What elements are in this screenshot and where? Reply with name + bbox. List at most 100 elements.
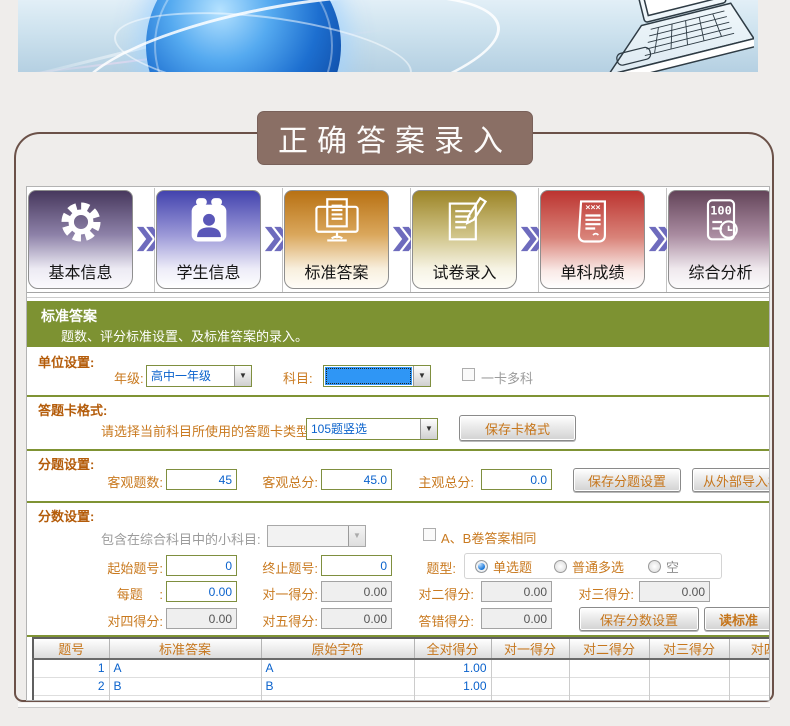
gear-icon xyxy=(29,196,132,253)
section-separator xyxy=(27,449,769,451)
nav-tile-standard-answers[interactable]: 标准答案 xyxy=(284,190,389,289)
nav-tile-label: 试卷录入 xyxy=(413,259,516,283)
section-separator xyxy=(27,501,769,503)
col-header: 原始字符 xyxy=(261,638,414,659)
cell-m4 xyxy=(729,677,770,695)
dropdown-arrow-icon[interactable]: ▼ xyxy=(234,366,251,386)
wrong-score-input xyxy=(481,608,552,629)
nav-cell: ××× 单科成绩 xyxy=(539,188,667,292)
dropdown-arrow-icon[interactable]: ▼ xyxy=(413,366,430,386)
nav-tile-subject-scores[interactable]: ××× 单科成绩 xyxy=(540,190,645,289)
card-type-dropdown-value: 105题竖选 xyxy=(307,419,420,439)
monitor-document-icon xyxy=(285,196,388,253)
radio-single-choice[interactable] xyxy=(475,560,488,573)
student-calendar-icon xyxy=(157,196,260,253)
cell-m2 xyxy=(569,659,649,677)
question-type-group: 单选题 普通多选 空 xyxy=(464,553,722,579)
sub-subject-dropdown: ▼ xyxy=(267,525,366,547)
answers-table: 题号 标准答案 原始字符 全对得分 对一得分 对二得分 对三得分 对四得分 1 … xyxy=(32,637,770,701)
nav-cell: 基本信息 xyxy=(27,188,155,292)
cell-no: 1 xyxy=(33,659,109,677)
col-header: 对四得分 xyxy=(729,638,770,659)
sub-subject-dropdown-value xyxy=(268,526,348,546)
table-row-partial xyxy=(33,695,770,701)
objective-total-label: 客观总分: xyxy=(216,472,318,491)
objective-count-label: 客观题数: xyxy=(41,472,163,491)
save-score-settings-button[interactable]: 保存分数设置 xyxy=(579,607,699,631)
score-settings-header: 分数设置: xyxy=(38,506,94,525)
card-type-dropdown[interactable]: 105题竖选 ▼ xyxy=(306,418,438,440)
sub-subject-label: 包含在综合科目中的小科目: xyxy=(101,529,261,548)
section-banner-title: 标准答案 xyxy=(41,306,97,326)
header-banner-image xyxy=(18,0,758,72)
cell-m4 xyxy=(729,659,770,677)
grade-label: 年级: xyxy=(114,368,144,387)
subject-label: 科目: xyxy=(283,368,313,387)
table-row[interactable]: 2 B B 1.00 xyxy=(33,677,770,695)
import-format-button[interactable]: 从外部导入格 xyxy=(692,468,770,492)
card-type-label: 请选择当前科目所使用的答题卡类型: xyxy=(101,421,313,440)
section-separator xyxy=(27,395,769,397)
match4-label: 对四得分: xyxy=(41,611,163,630)
col-header: 题号 xyxy=(33,638,109,659)
col-header: 全对得分 xyxy=(414,638,491,659)
nav-cell: 标准答案 xyxy=(283,188,411,292)
nav-tile-basic-info[interactable]: 基本信息 xyxy=(28,190,133,289)
svg-text:×××: ××× xyxy=(585,202,600,212)
match3-label: 对三得分: xyxy=(516,584,634,603)
nav-tile-label: 标准答案 xyxy=(285,259,388,283)
cell-m3 xyxy=(649,659,729,677)
radio-multi-choice-label: 普通多选 xyxy=(572,557,624,576)
subject-dropdown-value xyxy=(325,367,412,385)
dropdown-arrow-icon[interactable]: ▼ xyxy=(420,419,437,439)
col-header: 标准答案 xyxy=(109,638,261,659)
table-row[interactable]: 1 A A 1.00 xyxy=(33,659,770,677)
subject-dropdown[interactable]: ▼ xyxy=(323,365,431,387)
page-title: 正确答案录入 xyxy=(257,111,533,165)
cell-m3 xyxy=(649,677,729,695)
section-banner: 标准答案 题数、评分标准设置、及标准答案的录入。 xyxy=(27,301,769,347)
nav-tile-student-info[interactable]: 学生信息 xyxy=(156,190,261,289)
cell-raw: B xyxy=(261,677,414,695)
col-header: 对一得分 xyxy=(491,638,569,659)
score-sheet-icon: ××× xyxy=(541,196,644,253)
question-split-header: 分题设置: xyxy=(38,454,94,473)
end-no-label: 终止题号: xyxy=(216,558,318,577)
match3-input xyxy=(639,581,710,602)
cell-m2 xyxy=(569,677,649,695)
page: 正确答案录入 基本信息 xyxy=(0,0,790,726)
start-no-label: 起始题号: xyxy=(41,558,163,577)
col-header: 对二得分 xyxy=(569,638,649,659)
read-standard-button[interactable]: 读标准 xyxy=(704,607,770,631)
ab-same-checkbox[interactable] xyxy=(423,528,436,541)
multi-subject-checkbox[interactable] xyxy=(462,368,475,381)
report-clock-icon: 100 xyxy=(669,196,770,253)
grade-dropdown-value: 高中一年级 xyxy=(147,366,234,386)
ab-same-checkbox-label: A、B卷答案相同 xyxy=(441,528,536,547)
nav-tile-paper-entry[interactable]: 试卷录入 xyxy=(412,190,517,289)
radio-empty[interactable] xyxy=(648,560,661,573)
save-question-split-button[interactable]: 保存分题设置 xyxy=(573,468,681,492)
nav-tile-label: 基本信息 xyxy=(29,259,132,283)
cell-m1 xyxy=(491,677,569,695)
col-header: 对三得分 xyxy=(649,638,729,659)
divider xyxy=(27,297,769,298)
radio-empty-label: 空 xyxy=(666,557,679,576)
cell-full-score: 1.00 xyxy=(414,677,491,695)
section-banner-subtitle: 题数、评分标准设置、及标准答案的录入。 xyxy=(61,326,308,345)
dropdown-arrow-icon: ▼ xyxy=(348,526,365,546)
cell-raw: A xyxy=(261,659,414,677)
subjective-total-input[interactable] xyxy=(481,469,552,490)
radio-multi-choice[interactable] xyxy=(554,560,567,573)
save-card-format-button[interactable]: 保存卡格式 xyxy=(459,415,576,441)
cell-answer: B xyxy=(109,677,261,695)
match2-label: 对二得分: xyxy=(376,584,474,603)
nav-cell: 试卷录入 xyxy=(411,188,539,292)
nav-tile-analysis[interactable]: 100 综合分析 xyxy=(668,190,770,289)
panel-bottom-shadow xyxy=(18,703,770,708)
card-format-header: 答题卡格式: xyxy=(38,400,107,419)
subjective-total-label: 主观总分: xyxy=(376,472,474,491)
nav-cell: 100 综合分析 xyxy=(667,188,770,292)
grade-dropdown[interactable]: 高中一年级 ▼ xyxy=(146,365,252,387)
unit-settings-header: 单位设置: xyxy=(38,352,94,371)
